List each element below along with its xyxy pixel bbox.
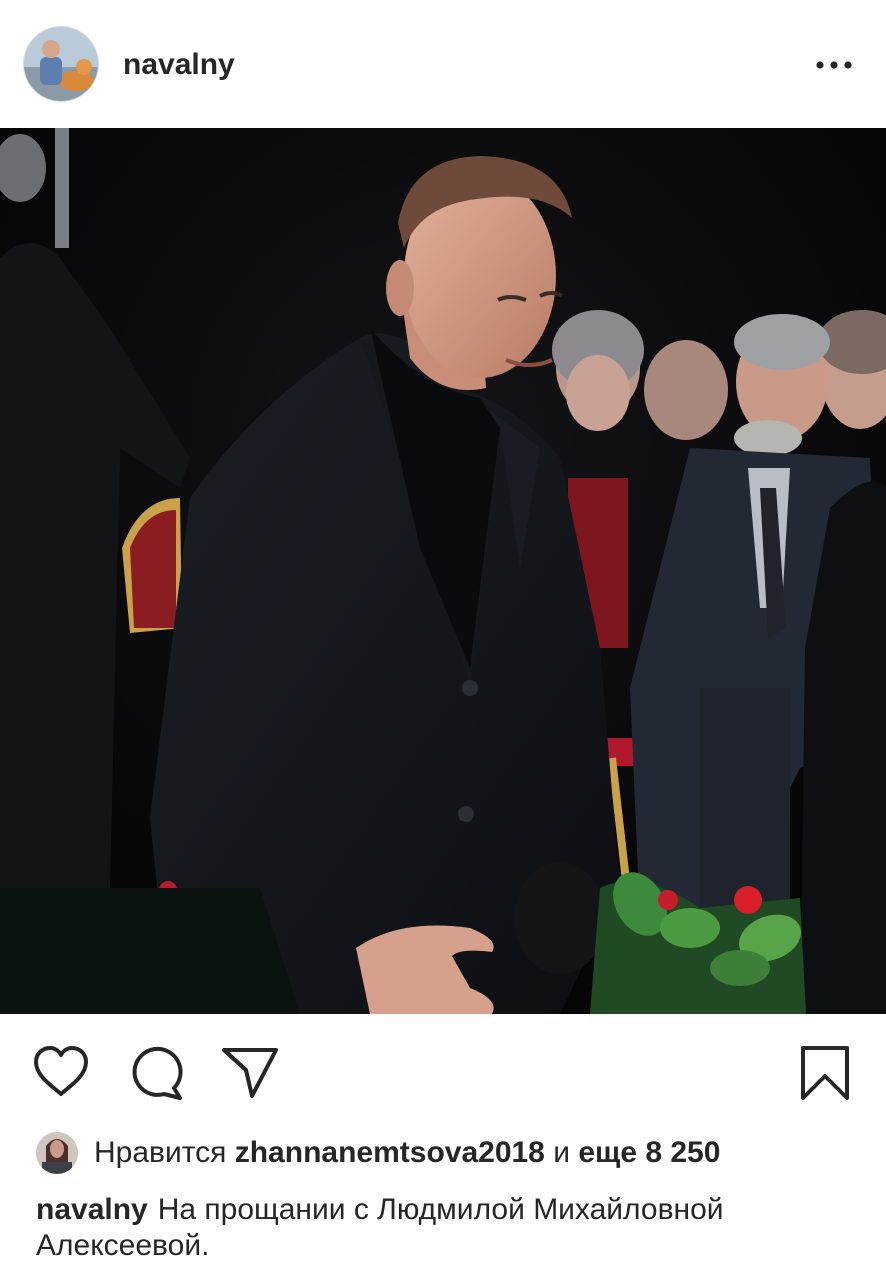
more-horizontal-icon <box>816 61 852 69</box>
caption-username[interactable]: navalny <box>36 1193 148 1226</box>
liker-username[interactable]: zhannanemtsova2018 <box>235 1136 545 1169</box>
post-username[interactable]: navalny <box>123 46 235 84</box>
likes-text: Нравится zhannanemtsova2018 и еще 8 250 <box>94 1134 720 1172</box>
likes-prefix: Нравится <box>94 1136 227 1169</box>
profile-avatar[interactable] <box>24 27 98 101</box>
liker-avatar[interactable] <box>36 1132 78 1174</box>
post-photo[interactable] <box>0 128 886 1014</box>
likes-joiner: и <box>553 1136 570 1169</box>
save-button[interactable] <box>798 1044 852 1102</box>
likes-count[interactable]: еще 8 250 <box>578 1136 720 1169</box>
paper-plane-icon <box>222 1048 278 1098</box>
post-action-bar <box>0 1014 886 1126</box>
comment-button[interactable] <box>128 1044 186 1102</box>
post-header: navalny <box>0 0 886 128</box>
post-caption: navalny На прощании с Людмилой Михайловно… <box>36 1192 856 1264</box>
comment-bubble-icon <box>132 1046 183 1100</box>
more-options-button[interactable] <box>810 52 858 78</box>
like-button[interactable] <box>32 1044 90 1100</box>
likes-summary: Нравится zhannanemtsova2018 и еще 8 250 <box>0 1130 886 1178</box>
share-button[interactable] <box>220 1044 280 1100</box>
heart-outline-icon <box>34 1046 88 1096</box>
bookmark-outline-icon <box>801 1046 849 1100</box>
